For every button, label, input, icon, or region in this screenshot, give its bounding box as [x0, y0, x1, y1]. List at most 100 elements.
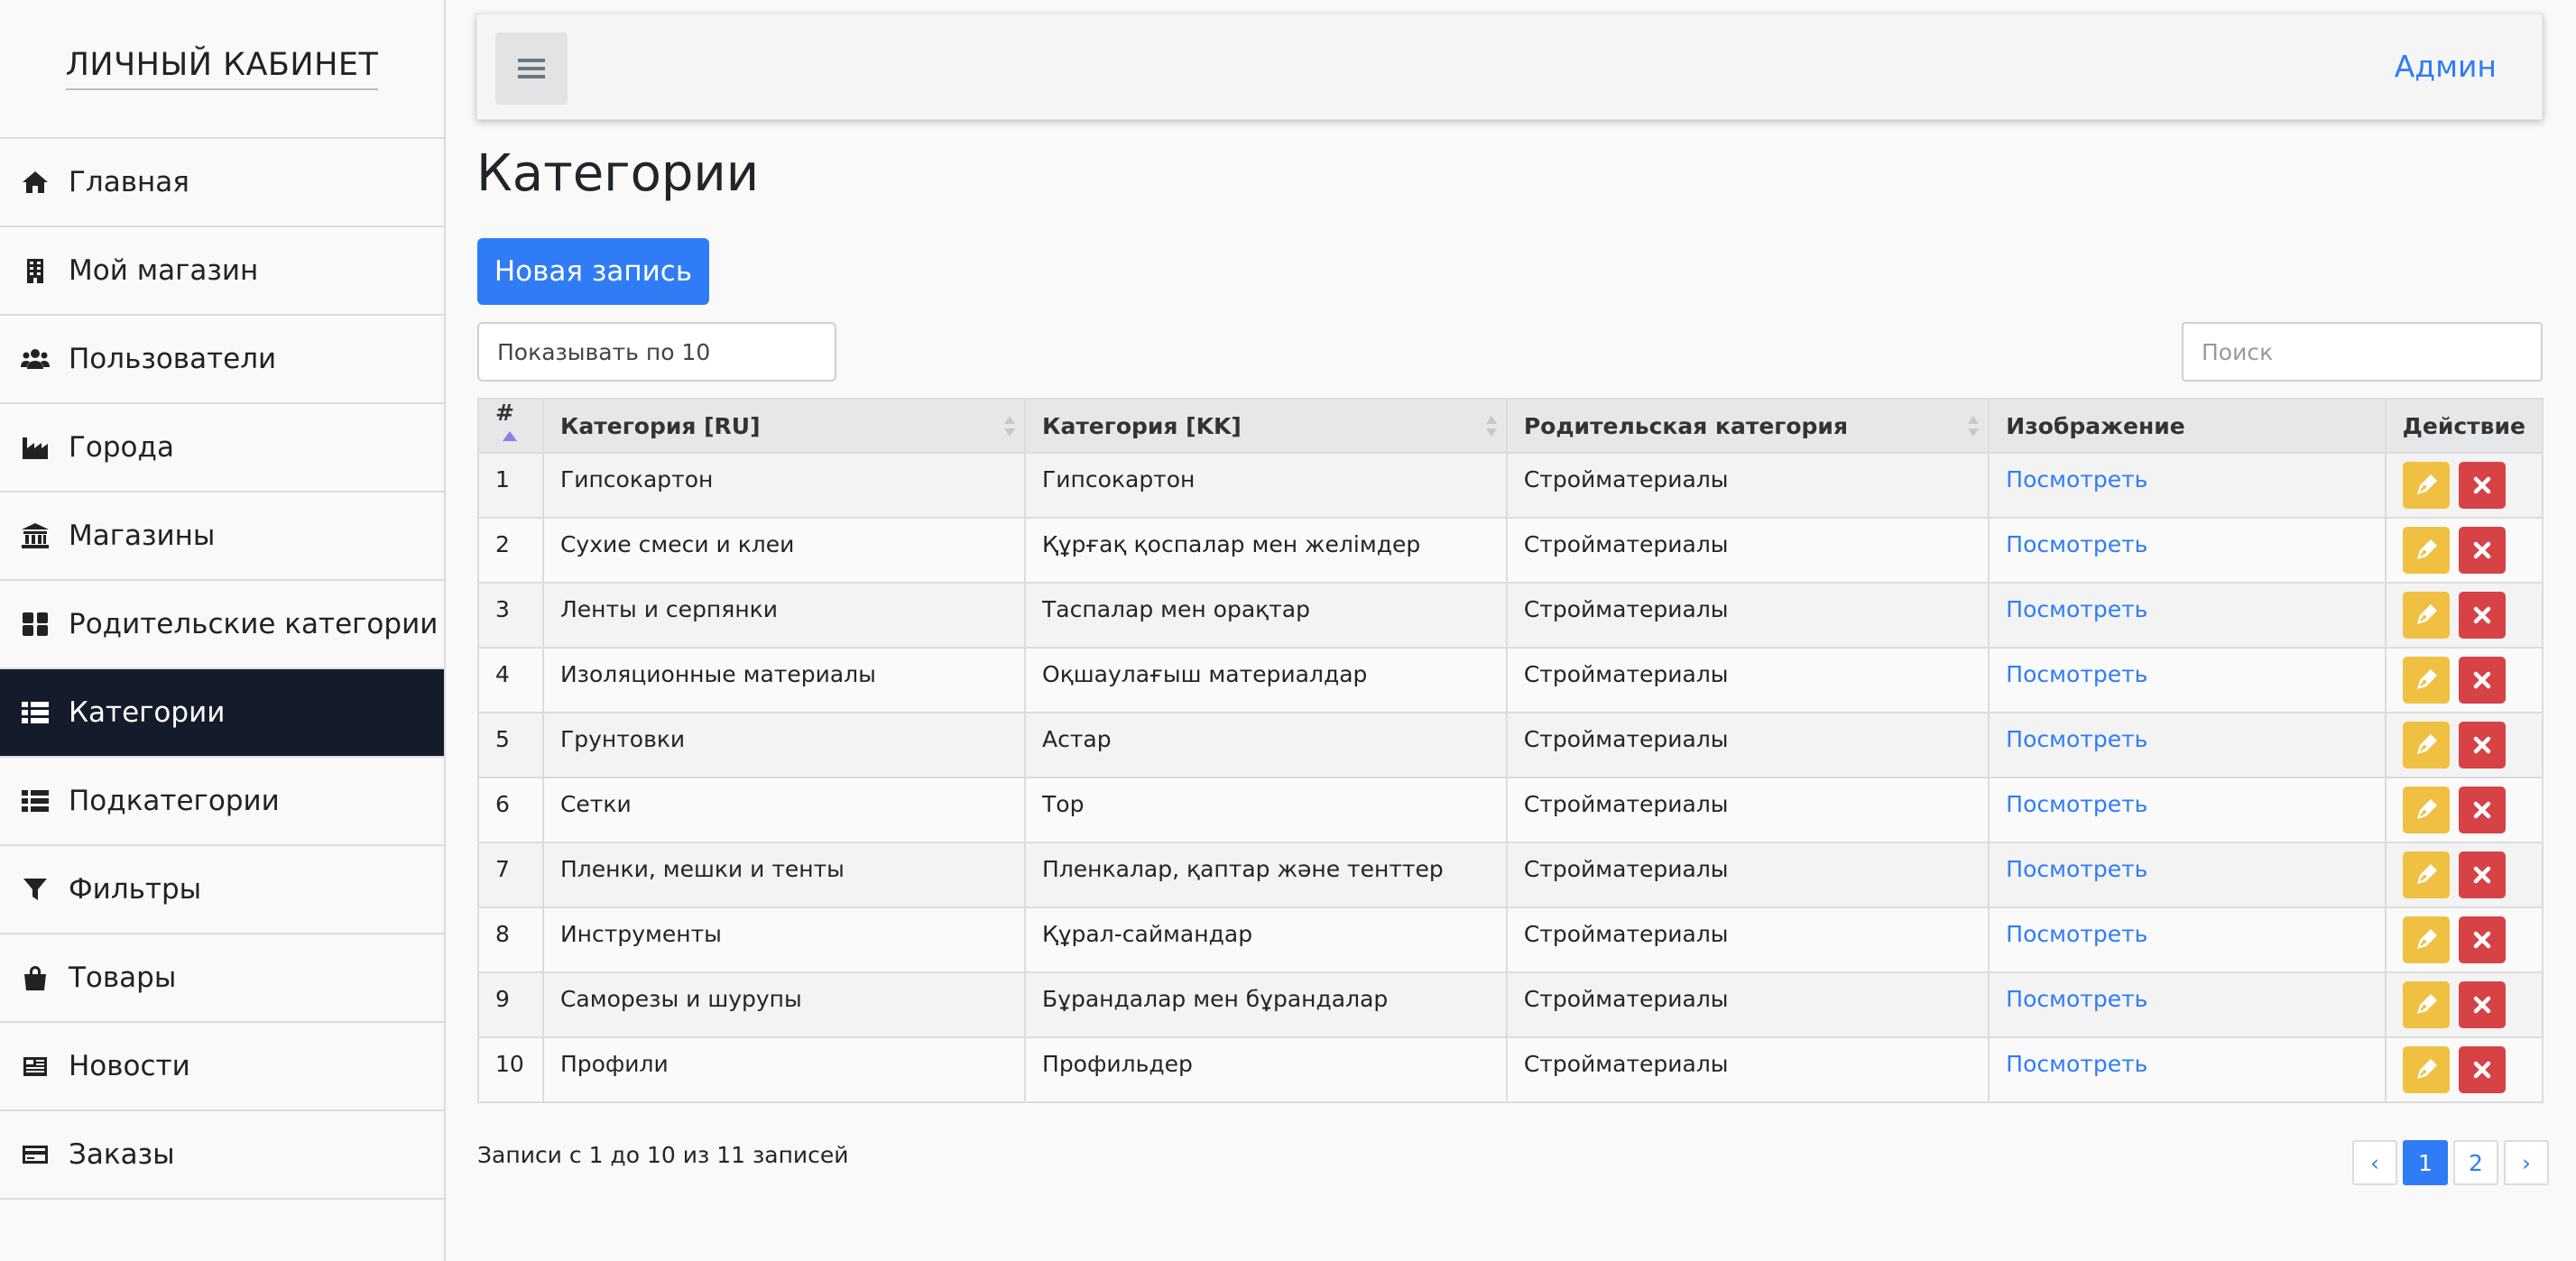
- sidebar-item[interactable]: Магазины: [0, 492, 444, 581]
- delete-button[interactable]: [2458, 657, 2506, 704]
- action-cell: [2384, 452, 2544, 519]
- edit-button[interactable]: [2402, 462, 2450, 509]
- delete-button[interactable]: [2458, 787, 2506, 833]
- sidebar-item[interactable]: Города: [0, 404, 444, 492]
- sort-icon: [1004, 416, 1016, 439]
- pagination-prev[interactable]: ‹: [2352, 1140, 2397, 1185]
- delete-button[interactable]: [2458, 722, 2506, 769]
- view-image-link[interactable]: Посмотреть: [2006, 726, 2147, 752]
- column-header-label: Изображение: [2006, 412, 2185, 439]
- view-image-link[interactable]: Посмотреть: [2006, 531, 2147, 557]
- view-image-link[interactable]: Посмотреть: [2006, 1051, 2147, 1077]
- sort-icon: [1485, 416, 1497, 439]
- column-header-label: Категория [RU]: [559, 412, 761, 439]
- column-header-category-kk[interactable]: Категория [KK]: [1024, 398, 1508, 454]
- image-cell: Посмотреть: [1988, 971, 2387, 1038]
- column-header-number[interactable]: #: [477, 398, 544, 454]
- view-image-link[interactable]: Посмотреть: [2006, 596, 2147, 622]
- sidebar-item[interactable]: Мой магазин: [0, 227, 444, 316]
- sidebar-item[interactable]: Подкатегории: [0, 758, 444, 846]
- view-image-link[interactable]: Посмотреть: [2006, 921, 2147, 947]
- edit-button[interactable]: [2402, 851, 2450, 898]
- grid-icon: [20, 611, 51, 638]
- delete-button[interactable]: [2458, 592, 2506, 639]
- pagination-next[interactable]: ›: [2504, 1140, 2549, 1185]
- table-row: 8 Инструменты Құрал-саймандар Стройматериал…: [477, 907, 2544, 973]
- table-row: 10 Профили Профильдер Стройматериалы Посмотр…: [477, 1036, 2544, 1103]
- parent-category-cell: Стройматериалы: [1505, 842, 1990, 908]
- delete-button[interactable]: [2458, 462, 2506, 509]
- shopping-bag-icon: [20, 964, 51, 991]
- sort-asc-icon: [503, 431, 517, 441]
- pen-icon: [2413, 796, 2440, 824]
- edit-button[interactable]: [2402, 916, 2450, 963]
- view-image-link[interactable]: Посмотреть: [2006, 791, 2147, 817]
- category-kk-cell: Пленкалар, қаптар және тенттер: [1024, 842, 1508, 908]
- edit-button[interactable]: [2402, 722, 2450, 769]
- close-icon: [2469, 926, 2496, 953]
- delete-button[interactable]: [2458, 1046, 2506, 1093]
- column-header-parent-category[interactable]: Родительская категория: [1505, 398, 1990, 454]
- sort-icon: [1968, 416, 1980, 439]
- sidebar-item[interactable]: Главная: [0, 139, 444, 227]
- table-row: 5 Грунтовки Астар Стройматериалы Посмотреть: [477, 712, 2544, 778]
- delete-button[interactable]: [2458, 527, 2506, 574]
- action-cell: [2384, 971, 2544, 1038]
- sidebar-item[interactable]: Фильтры: [0, 846, 444, 934]
- sidebar-item[interactable]: Новости: [0, 1023, 444, 1111]
- row-number-cell: 4: [477, 647, 544, 713]
- sidebar-item[interactable]: Заказы: [0, 1111, 444, 1200]
- sidebar-toggle-button[interactable]: [495, 32, 568, 105]
- row-number-cell: 6: [477, 777, 544, 843]
- close-icon: [2469, 796, 2496, 824]
- row-number-cell: 8: [477, 907, 544, 973]
- view-image-link[interactable]: Посмотреть: [2006, 661, 2147, 687]
- search-input[interactable]: [2182, 322, 2543, 382]
- edit-button[interactable]: [2402, 981, 2450, 1028]
- parent-category-cell: Стройматериалы: [1505, 517, 1990, 584]
- view-image-link[interactable]: Посмотреть: [2006, 856, 2147, 882]
- brand[interactable]: ЛИЧНЫЙ КАБИНЕТ: [0, 0, 444, 139]
- pen-icon: [2413, 667, 2440, 694]
- parent-category-cell: Стройматериалы: [1505, 582, 1990, 649]
- page-size-select[interactable]: Показывать по 10: [477, 322, 836, 382]
- delete-button[interactable]: [2458, 851, 2506, 898]
- sidebar-item[interactable]: Пользователи: [0, 316, 444, 404]
- sidebar-item[interactable]: Товары: [0, 934, 444, 1023]
- view-image-link[interactable]: Посмотреть: [2006, 466, 2147, 492]
- parent-category-cell: Стройматериалы: [1505, 907, 1990, 973]
- pagination-page-1[interactable]: 1: [2403, 1140, 2448, 1185]
- delete-button[interactable]: [2458, 981, 2506, 1028]
- pen-icon: [2413, 537, 2440, 564]
- category-ru-cell: Ленты и серпянки: [541, 582, 1027, 649]
- new-record-button[interactable]: Новая запись: [477, 238, 709, 305]
- row-number-cell: 3: [477, 582, 544, 649]
- pagination-page-2[interactable]: 2: [2453, 1140, 2498, 1185]
- table-info: Записи с 1 до 10 из 11 записей: [477, 1142, 849, 1168]
- hamburger-icon: [518, 59, 545, 78]
- edit-button[interactable]: [2402, 787, 2450, 833]
- row-number-cell: 2: [477, 517, 544, 584]
- delete-button[interactable]: [2458, 916, 2506, 963]
- close-icon: [2469, 991, 2496, 1018]
- action-cell: [2384, 517, 2544, 584]
- image-cell: Посмотреть: [1988, 712, 2387, 778]
- edit-button[interactable]: [2402, 527, 2450, 574]
- action-cell: [2384, 907, 2544, 973]
- column-header-category-ru[interactable]: Категория [RU]: [541, 398, 1027, 454]
- user-menu-link[interactable]: Админ: [2395, 49, 2497, 84]
- sidebar-item[interactable]: Родительские категории: [0, 581, 444, 669]
- close-icon: [2469, 861, 2496, 888]
- category-ru-cell: Изоляционные материалы: [541, 647, 1027, 713]
- sidebar-item[interactable]: Категории: [0, 669, 444, 758]
- edit-button[interactable]: [2402, 1046, 2450, 1093]
- industry-icon: [20, 434, 51, 461]
- edit-button[interactable]: [2402, 657, 2450, 704]
- table-row: 3 Ленты и серпянки Таспалар мен орақтар Стр…: [477, 582, 2544, 649]
- image-cell: Посмотреть: [1988, 842, 2387, 908]
- category-ru-cell: Пленки, мешки и тенты: [541, 842, 1027, 908]
- parent-category-cell: Стройматериалы: [1505, 777, 1990, 843]
- edit-button[interactable]: [2402, 592, 2450, 639]
- view-image-link[interactable]: Посмотреть: [2006, 986, 2147, 1012]
- column-header-action: Действие: [2384, 398, 2544, 454]
